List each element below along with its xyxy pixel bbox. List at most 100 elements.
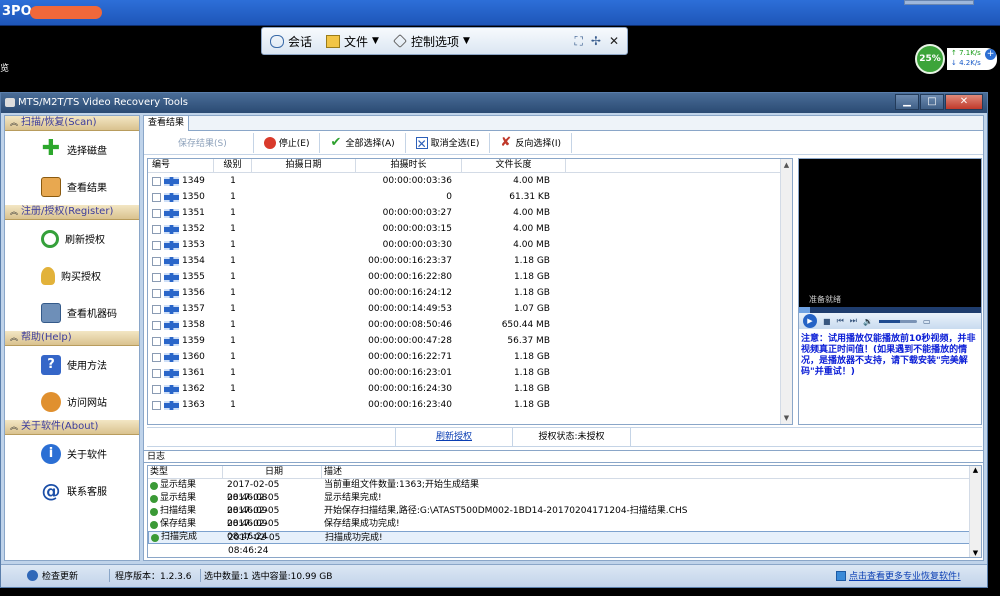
cell-id: 1357: [148, 304, 214, 314]
toolbar-control-options-menu[interactable]: 控制选项 ▼: [392, 33, 470, 50]
row-checkbox[interactable]: [152, 384, 161, 394]
maximize-button[interactable]: □: [920, 94, 944, 110]
minimize-button[interactable]: ▁: [895, 94, 919, 110]
table-row[interactable]: 1360 1 00:00:00:16:22:71 1.18 GB: [148, 349, 792, 365]
close-button[interactable]: ✕: [945, 94, 983, 110]
row-checkbox[interactable]: [152, 208, 161, 218]
table-row[interactable]: 1354 1 00:00:00:16:23:37 1.18 GB: [148, 253, 792, 269]
log-scrollbar[interactable]: ▲ ▼: [969, 466, 981, 557]
sidebar-item-machine-code[interactable]: 查看机器码: [5, 294, 139, 331]
column-header-date[interactable]: 拍摄日期: [252, 159, 356, 172]
row-checkbox[interactable]: [152, 320, 161, 330]
next-icon[interactable]: ⏭: [850, 316, 857, 326]
cell-id: 1362: [148, 384, 214, 394]
scroll-down-icon[interactable]: ▼: [781, 412, 792, 424]
fit-screen-icon[interactable]: ⛶: [574, 34, 582, 49]
sidebar-item-buy-license[interactable]: 购买授权: [5, 257, 139, 294]
log-table[interactable]: 类型 日期 描述 显示结果 2017-02-05 08:46:08 当前重组文件数量…: [147, 465, 982, 558]
row-checkbox[interactable]: [152, 256, 161, 266]
table-row[interactable]: 1363 1 00:00:00:16:23:40 1.18 GB: [148, 397, 792, 413]
table-row[interactable]: 1352 1 00:00:00:03:15 4.00 MB: [148, 221, 792, 237]
log-row[interactable]: 显示结果 2017-02-05 08:46:08 当前重组文件数量:1363;开始生…: [148, 479, 981, 503]
row-checkbox[interactable]: [152, 336, 161, 346]
row-checkbox[interactable]: [152, 240, 161, 250]
video-screen[interactable]: 准备就绪: [799, 159, 981, 307]
sidebar-group-help[interactable]: ︽ 帮助(Help): [5, 331, 139, 346]
log-row[interactable]: 显示结果 2017-02-05 08:46:09 显示结果完成!: [148, 492, 981, 516]
save-results-button[interactable]: 保存结果(S): [152, 132, 254, 153]
volume-icon[interactable]: 🔉: [863, 317, 873, 326]
sidebar-item-label: 选择磁盘: [67, 146, 107, 157]
table-row[interactable]: 1362 1 00:00:00:16:24:30 1.18 GB: [148, 381, 792, 397]
log-row[interactable]: 扫描结果 2017-02-05 08:46:09 开始保存扫描结果,路径:G:\AT…: [148, 505, 981, 529]
stop-button[interactable]: 停止(E): [254, 132, 321, 153]
table-row[interactable]: 1355 1 00:00:00:16:22:80 1.18 GB: [148, 269, 792, 285]
sidebar-item-refresh-license[interactable]: 刷新授权: [5, 220, 139, 257]
log-row[interactable]: 扫描完成 2017-02-05 08:46:24 扫描成功完成!: [148, 531, 981, 556]
table-row[interactable]: 1349 1 00:00:00:03:36 4.00 MB: [148, 173, 792, 189]
table-scrollbar[interactable]: ▲ ▼: [780, 159, 792, 424]
log-column-date[interactable]: 日期: [223, 466, 322, 478]
sidebar-item-website[interactable]: 访问网站: [5, 383, 139, 420]
cell-id: 1354: [148, 256, 214, 266]
scroll-up-icon[interactable]: ▲: [781, 159, 792, 171]
sidebar-group-register[interactable]: ︽ 注册/授权(Register): [5, 205, 139, 220]
table-row[interactable]: 1361 1 00:00:00:16:23:01 1.18 GB: [148, 365, 792, 381]
fullscreen-icon[interactable]: ▭: [923, 317, 931, 326]
volume-slider[interactable]: [878, 319, 917, 323]
select-all-button[interactable]: ✔ 全部选择(A): [320, 132, 406, 153]
table-row[interactable]: 1357 1 00:00:00:14:49:53 1.07 GB: [148, 301, 792, 317]
sidebar-item-usage[interactable]: ? 使用方法: [5, 346, 139, 383]
remote-mini-window[interactable]: [904, 0, 974, 5]
row-checkbox[interactable]: [152, 176, 161, 186]
column-header-id[interactable]: 编号: [148, 159, 214, 172]
sidebar-group-scan[interactable]: ︽ 扫描/恢复(Scan): [5, 116, 139, 131]
app-title: MTS/M2T/TS Video Recovery Tools: [18, 97, 188, 108]
toolbar-session-button[interactable]: 会话: [270, 33, 312, 50]
row-checkbox[interactable]: [152, 352, 161, 362]
plus-icon[interactable]: +: [985, 49, 996, 60]
sidebar-item-select-disk[interactable]: ✚ 选择磁盘: [5, 131, 139, 168]
log-row[interactable]: 保存结果 2017-02-05 08:46:24 保存结果成功完成!: [148, 518, 981, 542]
sidebar-item-contact[interactable]: @ 联系客服: [5, 472, 139, 509]
network-speed-widget[interactable]: 25% ↑ 7.1K/s ↓ 4.2K/s +: [915, 44, 998, 74]
column-header-duration[interactable]: 拍摄时长: [356, 159, 462, 172]
tab-view-results[interactable]: 查看结果: [144, 116, 190, 131]
close-icon[interactable]: ✕: [609, 34, 619, 49]
more-software-link[interactable]: 点击查看更多专业恢复软件!: [836, 569, 961, 582]
deselect-all-button[interactable]: ✕ 取消全选(E): [406, 132, 491, 153]
previous-icon[interactable]: ⏮: [837, 316, 844, 326]
play-icon[interactable]: ▶: [803, 314, 817, 328]
row-checkbox[interactable]: [152, 192, 161, 202]
sidebar-item-about[interactable]: i 关于软件: [5, 435, 139, 472]
stop-icon[interactable]: ■: [823, 317, 831, 326]
check-update-button[interactable]: 检查更新: [27, 569, 78, 582]
scroll-up-icon[interactable]: ▲: [970, 466, 981, 474]
scroll-down-icon[interactable]: ▼: [970, 549, 981, 557]
log-column-type[interactable]: 类型: [148, 466, 223, 478]
sidebar-item-view-results[interactable]: 查看结果: [5, 168, 139, 205]
sidebar-group-about[interactable]: ︽ 关于软件(About): [5, 420, 139, 435]
app-title-bar[interactable]: MTS/M2T/TS Video Recovery Tools ▁ □ ✕: [1, 93, 987, 113]
table-row[interactable]: 1359 1 00:00:00:00:47:28 56.37 MB: [148, 333, 792, 349]
row-checkbox[interactable]: [152, 368, 161, 378]
row-checkbox[interactable]: [152, 224, 161, 234]
table-row[interactable]: 1356 1 00:00:00:16:24:12 1.18 GB: [148, 285, 792, 301]
pin-icon[interactable]: ✢: [591, 34, 601, 49]
row-checkbox[interactable]: [152, 400, 161, 410]
file-results-table[interactable]: 编号 级别 拍摄日期 拍摄时长 文件长度 1349 1 00:00:00:03:36…: [147, 158, 793, 425]
refresh-license-link[interactable]: 刷新授权: [395, 428, 513, 447]
volume-level: [878, 319, 900, 323]
column-header-level[interactable]: 级别: [214, 159, 252, 172]
table-row[interactable]: 1351 1 00:00:00:03:27 4.00 MB: [148, 205, 792, 221]
toolbar-file-menu[interactable]: 文件 ▼: [326, 33, 379, 50]
row-checkbox[interactable]: [152, 272, 161, 282]
table-row[interactable]: 1353 1 00:00:00:03:30 4.00 MB: [148, 237, 792, 253]
row-checkbox[interactable]: [152, 304, 161, 314]
row-checkbox[interactable]: [152, 288, 161, 298]
log-column-desc[interactable]: 描述: [322, 466, 981, 478]
invert-selection-button[interactable]: ✘ 反向选择(I): [490, 132, 573, 153]
table-row[interactable]: 1358 1 00:00:00:08:50:46 650.44 MB: [148, 317, 792, 333]
column-header-size[interactable]: 文件长度: [462, 159, 566, 172]
table-row[interactable]: 1350 1 0 61.31 KB: [148, 189, 792, 205]
